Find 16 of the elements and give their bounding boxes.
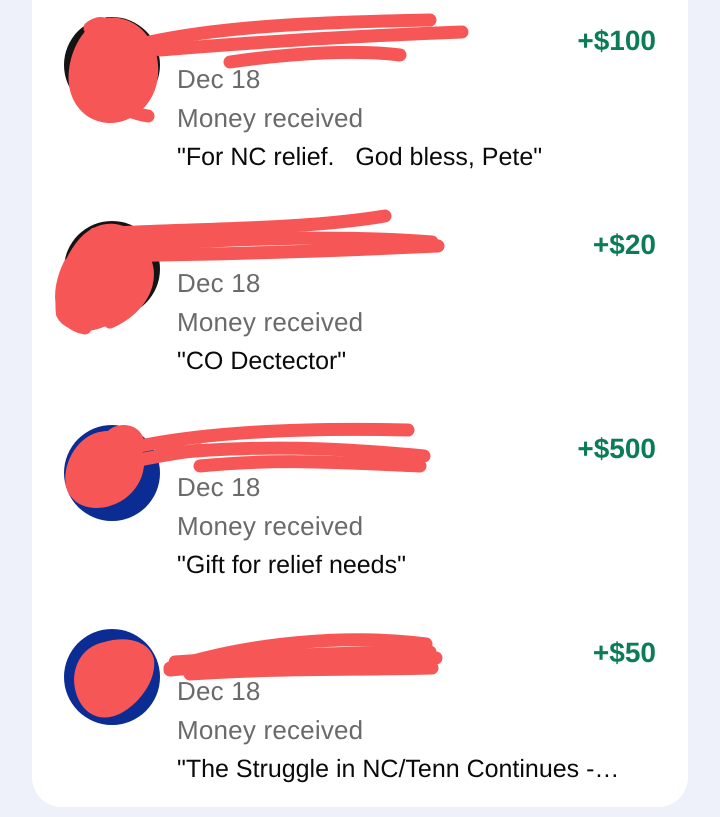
memo-text: "For NC relief. God bless, Pete" <box>177 142 542 173</box>
amount-text: +$20 <box>592 228 656 262</box>
status-text: Money received <box>177 306 364 339</box>
status-text: Money received <box>177 510 364 543</box>
status-text: Money received <box>177 714 364 747</box>
amount-text: +$500 <box>577 432 656 466</box>
memo-text: "The Struggle in NC/Tenn Continues -… <box>177 754 620 785</box>
status-text: Money received <box>177 102 364 135</box>
date-text: Dec 18 <box>177 471 261 504</box>
memo-text: "CO Dectector" <box>177 346 346 377</box>
date-text: Dec 18 <box>177 63 261 96</box>
amount-text: +$50 <box>592 636 656 670</box>
date-text: Dec 18 <box>177 675 261 708</box>
date-text: Dec 18 <box>177 267 261 300</box>
memo-text: "Gift for relief needs" <box>177 550 406 581</box>
amount-text: +$100 <box>577 24 656 58</box>
